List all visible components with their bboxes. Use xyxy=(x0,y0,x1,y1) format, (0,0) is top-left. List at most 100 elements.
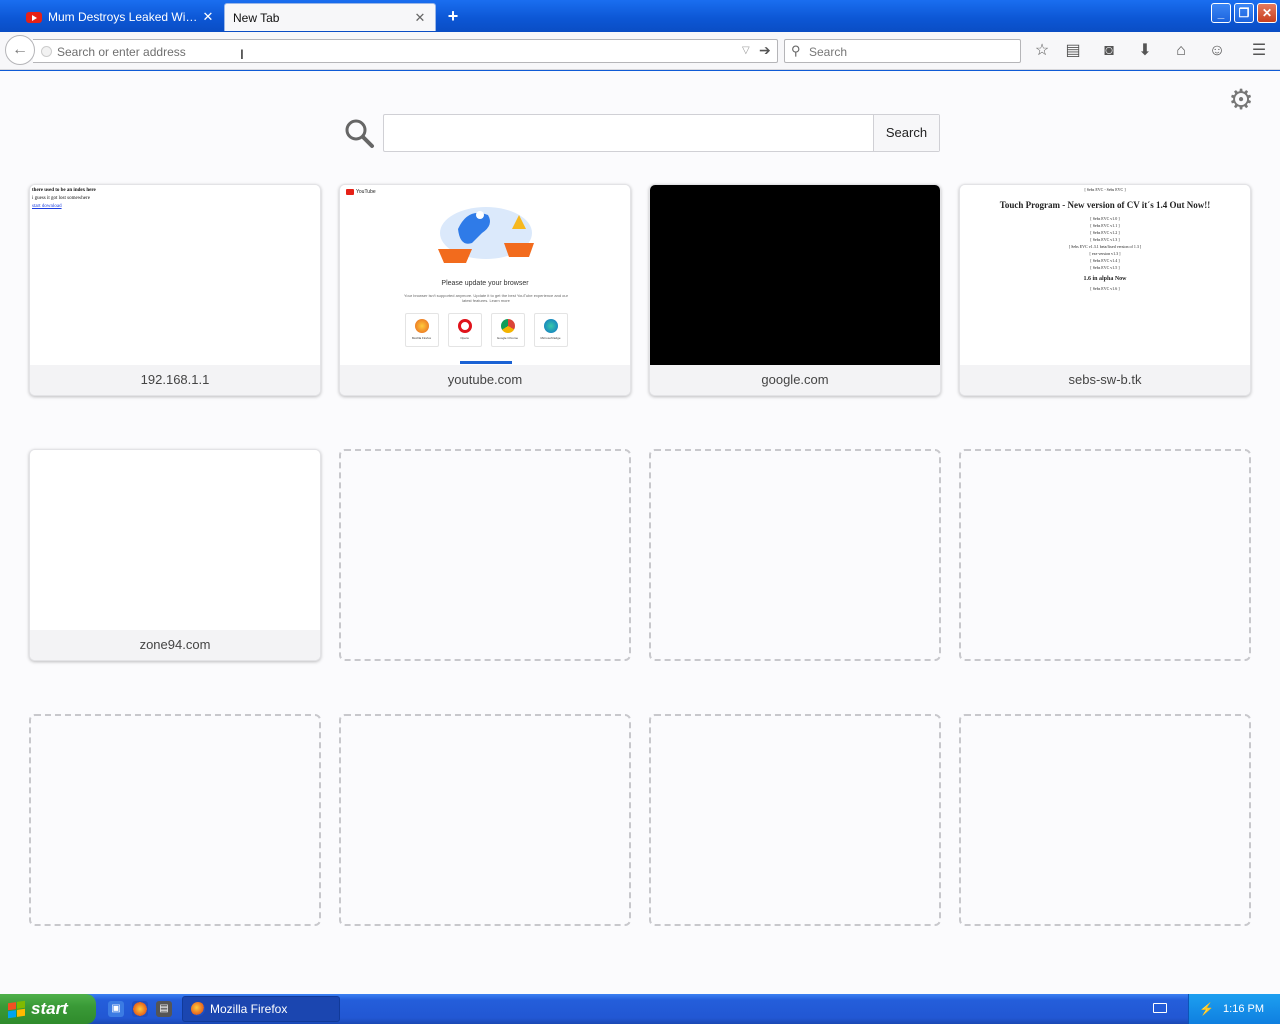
thumbnail-text: [ Sebs EVC v1.0 ] xyxy=(1090,216,1120,221)
reading-list-icon[interactable]: ▤ xyxy=(1062,40,1084,62)
tile-caption: zone94.com xyxy=(30,630,320,660)
chrome-icon xyxy=(500,319,515,333)
tile-caption: 192.168.1.1 xyxy=(30,365,320,395)
thumbnail-text: 1.6 in alpha Now xyxy=(1083,276,1127,282)
clock[interactable]: 1:16 PM xyxy=(1223,1003,1264,1015)
youtube-icon xyxy=(26,11,42,23)
navigation-toolbar: ▽ ➔ ← ⚲ ☆ ▤ ◙ ⬇ ⌂ ☺ ☰ xyxy=(0,32,1280,70)
thumbnail-text: [ Sebs EVC v1.2 ] xyxy=(1090,230,1120,235)
search-bar[interactable]: ⚲ xyxy=(784,39,1021,63)
taskbar-item-firefox[interactable]: Mozilla Firefox xyxy=(182,996,340,1022)
bookmark-star-icon[interactable]: ☆ xyxy=(1031,40,1053,62)
thumbnail-text: [ Sebs EVC v1.5 ] xyxy=(1090,265,1120,270)
show-desktop-icon[interactable]: ▣ xyxy=(108,1001,124,1017)
media-player-icon[interactable]: ▤ xyxy=(156,1001,172,1017)
start-button[interactable]: start xyxy=(0,994,96,1024)
thumbnail-text: [ Sebs EVC v1.3 ] xyxy=(1090,237,1120,242)
empty-tile xyxy=(649,714,941,926)
thumbnail-text: i guess it got lost somewhere xyxy=(32,196,90,201)
empty-tile xyxy=(959,714,1251,926)
back-arrow-icon: ← xyxy=(12,41,28,58)
tab-new-tab[interactable]: New Tab ✕ xyxy=(224,3,436,31)
thumbnail-text: [ Sebs EVC v1.6 ] xyxy=(1090,286,1120,291)
thumbnail-link: start download xyxy=(32,204,62,209)
opera-icon xyxy=(457,319,472,333)
taskbar: start ▣ ▤ Mozilla Firefox ⚡ 1:16 PM xyxy=(0,994,1280,1024)
update-illustration xyxy=(438,207,534,263)
tab-strip: Mum Destroys Leaked Windo... ✕ New Tab ✕… xyxy=(0,0,1280,32)
firefox-icon xyxy=(191,1002,205,1016)
menu-icon[interactable]: ☰ xyxy=(1248,40,1270,62)
empty-tile xyxy=(649,449,941,661)
system-tray: ⚡ 1:16 PM xyxy=(1188,994,1280,1024)
back-button[interactable]: ← xyxy=(5,35,35,65)
go-arrow-icon[interactable]: ➔ xyxy=(759,42,771,59)
new-tab-plus-icon[interactable]: + xyxy=(443,6,463,26)
progress-underline xyxy=(460,361,512,364)
address-input[interactable] xyxy=(57,43,737,60)
close-tab-icon[interactable]: ✕ xyxy=(201,9,215,25)
thumbnail-text: [ Sebs EVC v1.1 ] xyxy=(1090,223,1120,228)
network-icon[interactable]: ⚡ xyxy=(1199,1002,1214,1016)
firefox-quicklaunch-icon[interactable] xyxy=(132,1001,148,1017)
new-tab-search-field[interactable]: Search xyxy=(383,114,940,152)
close-tab-icon[interactable]: ✕ xyxy=(413,10,427,26)
empty-tile xyxy=(29,714,321,926)
tile-thumbnail: [ Sebs EVC - Sebs EVC ] Touch Program - … xyxy=(960,185,1250,365)
top-site-tile[interactable]: there used to be an index here i guess i… xyxy=(29,184,321,396)
site-identity-icon[interactable] xyxy=(41,46,52,57)
close-window-button[interactable]: ✕ xyxy=(1257,3,1277,23)
empty-tile xyxy=(959,449,1251,661)
thumbnail-text: [ exe version v1.3 ] xyxy=(1089,251,1121,256)
browser-options: Mozilla Firefox Opera Google Chrome Micr… xyxy=(400,313,572,347)
thumbnail-text: [ Sebs EVC v1.3.1 beta/fixed version of … xyxy=(1068,244,1142,249)
search-input[interactable] xyxy=(809,43,1009,60)
text-cursor-icon: I xyxy=(240,46,244,62)
tile-thumbnail xyxy=(30,450,320,630)
top-site-tile[interactable]: zone94.com xyxy=(29,449,321,661)
maximize-window-button[interactable]: ❐ xyxy=(1234,3,1254,23)
new-tab-page: ⚙ Search there used to be an index here … xyxy=(0,71,1280,994)
tile-thumbnail: YouTube Please update your browser Your … xyxy=(340,185,630,365)
thumbnail-text: there used to be an index here xyxy=(32,188,96,193)
tab-label: New Tab xyxy=(233,10,280,25)
address-bar[interactable]: ▽ ➔ xyxy=(33,39,778,63)
chat-icon[interactable]: ☺ xyxy=(1206,40,1228,62)
new-tab-search-input[interactable] xyxy=(392,123,862,143)
edge-icon xyxy=(543,319,558,333)
top-site-tile[interactable]: YouTube Please update your browser Your … xyxy=(339,184,631,396)
thumbnail-text: [ Sebs EVC v1.4 ] xyxy=(1090,258,1120,263)
gear-icon[interactable]: ⚙ xyxy=(1226,85,1256,115)
download-icon[interactable]: ⬇ xyxy=(1134,40,1156,62)
firefox-option: Mozilla Firefox xyxy=(404,313,439,347)
home-icon[interactable]: ⌂ xyxy=(1170,40,1192,62)
thumbnail-text: [ Sebs EVC - Sebs EVC ] xyxy=(1084,187,1126,192)
search-icon[interactable]: ⚲ xyxy=(791,43,801,59)
thumbnail-heading: Please update your browser xyxy=(441,280,529,287)
edge-option: Microsoft Edge xyxy=(533,313,568,347)
chrome-option: Google Chrome xyxy=(490,313,525,347)
top-site-tile[interactable]: google.com xyxy=(649,184,941,396)
history-dropdown-icon[interactable]: ▽ xyxy=(742,45,750,56)
youtube-logo: YouTube xyxy=(346,189,376,195)
firefox-icon xyxy=(414,319,429,333)
thumbnail-text: Your browser isn't supported anymore. Up… xyxy=(404,293,568,303)
windows-logo-icon xyxy=(8,1000,25,1018)
tile-thumbnail: there used to be an index here i guess i… xyxy=(30,185,320,365)
empty-tile xyxy=(339,714,631,926)
tab-youtube-video[interactable]: Mum Destroys Leaked Windo... ✕ xyxy=(18,3,223,31)
minimize-window-button[interactable]: _ xyxy=(1211,3,1231,23)
thumbnail-heading: Touch Program - New version of CV it´s 1… xyxy=(999,200,1211,210)
top-site-tile[interactable]: [ Sebs EVC - Sebs EVC ] Touch Program - … xyxy=(959,184,1251,396)
tab-label: Mum Destroys Leaked Windo... xyxy=(48,10,201,24)
keyboard-icon[interactable] xyxy=(1153,1003,1167,1013)
taskbar-item-label: Mozilla Firefox xyxy=(210,1002,288,1016)
new-tab-search-button[interactable]: Search xyxy=(873,115,939,151)
search-icon xyxy=(345,119,374,148)
opera-option: Opera xyxy=(447,313,482,347)
pocket-icon[interactable]: ◙ xyxy=(1098,40,1120,62)
tile-caption: google.com xyxy=(650,365,940,395)
start-label: start xyxy=(31,999,68,1018)
tile-thumbnail xyxy=(650,185,940,365)
tile-caption: sebs-sw-b.tk xyxy=(960,365,1250,395)
